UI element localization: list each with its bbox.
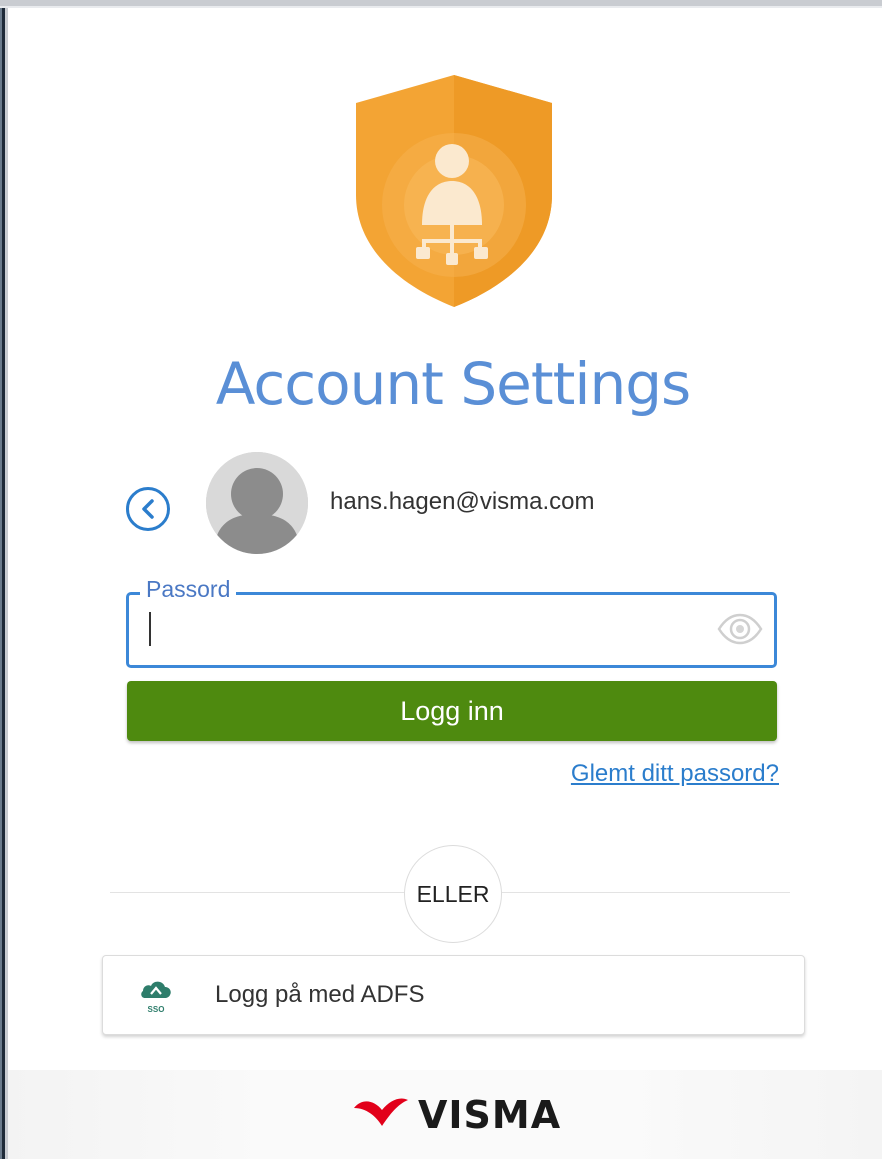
user-avatar-icon — [206, 452, 308, 554]
avatar — [206, 452, 308, 554]
eye-icon[interactable] — [716, 612, 764, 646]
visma-wordmark: VISMA — [418, 1093, 561, 1134]
adfs-login-label: Logg på med ADFS — [215, 981, 425, 1008]
forgot-password-link[interactable]: Glemt ditt passord? — [571, 757, 779, 791]
text-caret — [149, 612, 151, 646]
shield-user-icon — [356, 75, 552, 307]
or-separator: ELLER — [404, 845, 502, 943]
cloud-sso-icon: SSO — [141, 981, 171, 1014]
login-button[interactable]: Logg inn — [127, 681, 777, 741]
visma-logo: VISMA — [354, 1093, 561, 1134]
sso-text: SSO — [148, 1005, 165, 1014]
password-input[interactable] — [146, 606, 710, 656]
chevron-left-icon — [142, 499, 154, 519]
or-label: ELLER — [416, 880, 490, 907]
page-title: Account Settings — [215, 350, 692, 418]
back-button[interactable] — [126, 487, 170, 531]
window-frame-top — [0, 0, 882, 8]
user-email: hans.hagen@visma.com — [330, 488, 595, 515]
password-label: Passord — [140, 574, 237, 604]
adfs-login-button[interactable]: SSO Logg på med ADFS — [102, 955, 805, 1035]
window-frame-left — [0, 0, 8, 1159]
